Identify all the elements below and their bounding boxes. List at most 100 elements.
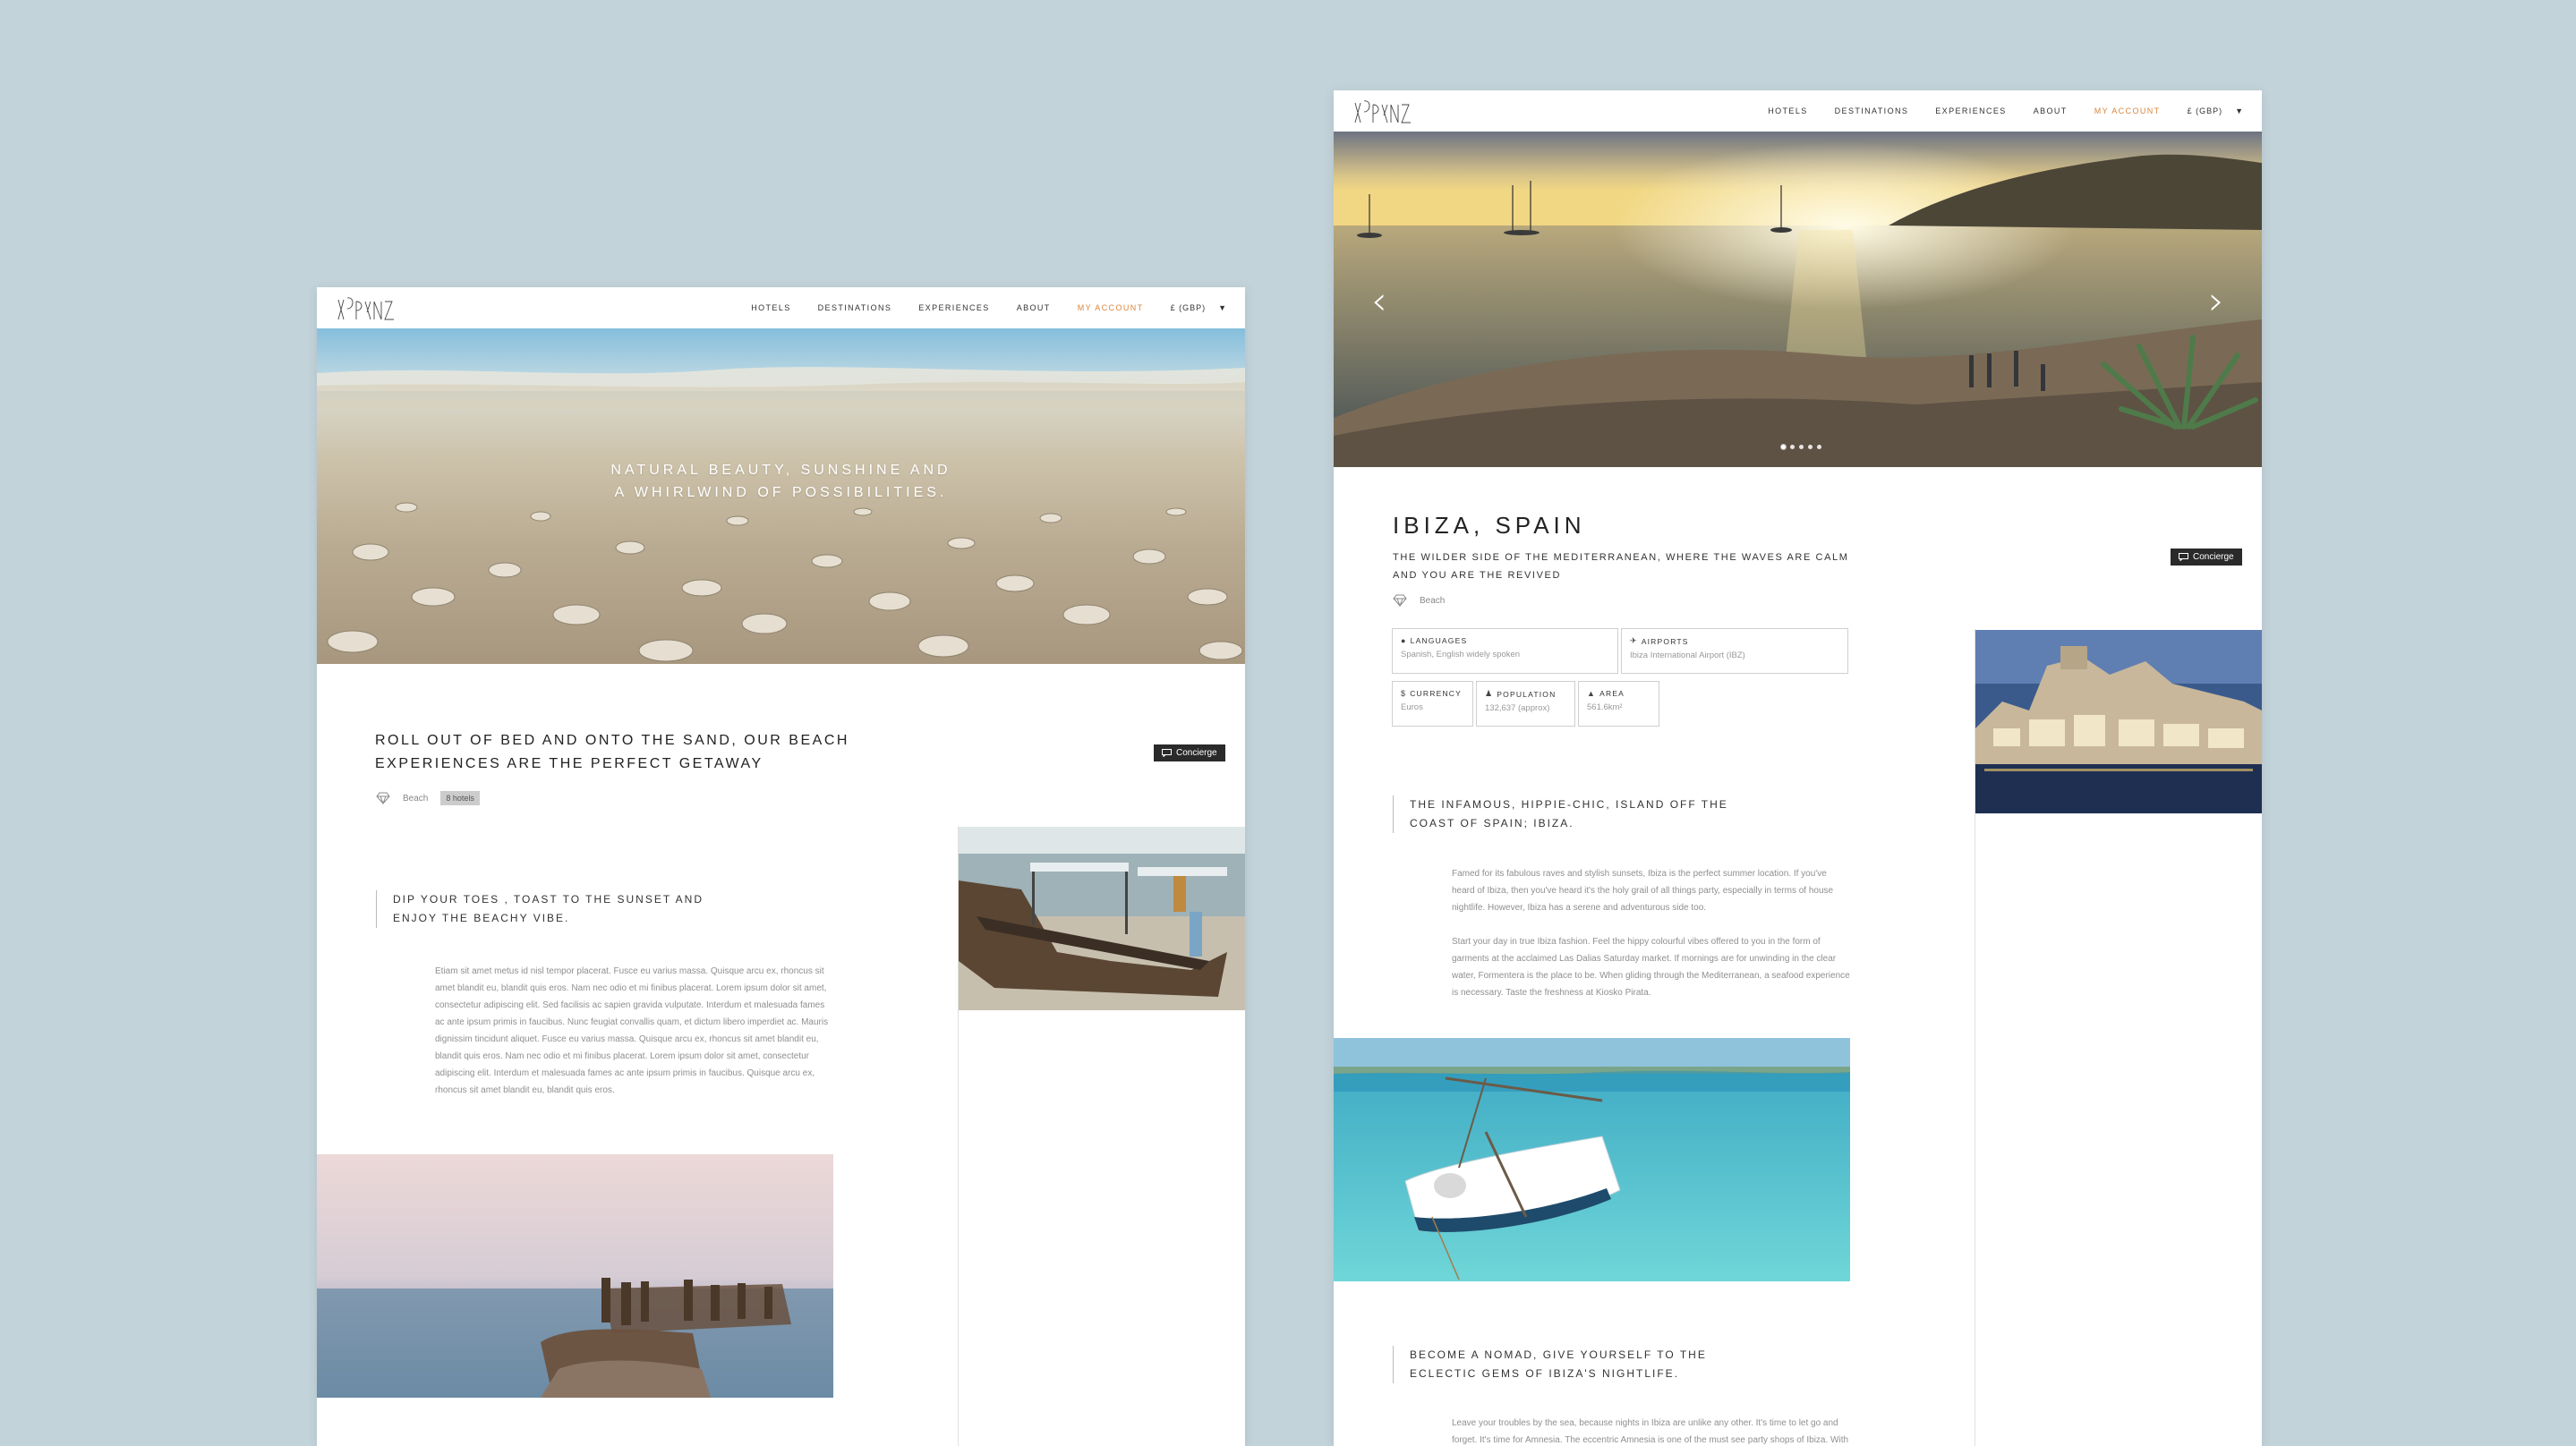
body-line: adipiscing elit. Interdum et malesuada f… <box>435 1068 815 1078</box>
population-label: POPULATION <box>1497 689 1557 699</box>
body-line: amet blandit eu, blandit quis eros. Nam … <box>435 983 827 993</box>
quote1-line2: COAST OF SPAIN; IBIZA. <box>1410 817 1574 829</box>
languages-value: Spanish, English widely spoken <box>1401 650 1521 659</box>
nav-experiences[interactable]: EXPERIENCES <box>918 303 989 312</box>
population-value: 132,637 (approx) <box>1485 703 1550 713</box>
wooden-pier-sunset-image <box>317 1154 833 1398</box>
ibiza-sunset-beach-image <box>1334 132 2262 467</box>
beach-quote: DIP YOUR TOES , TOAST TO THE SUNSET AND … <box>376 890 704 928</box>
ibiza-town-photo <box>1975 630 2262 813</box>
globe-icon: ● <box>1401 636 1407 645</box>
slider-dot[interactable] <box>1781 445 1786 449</box>
hero-tagline-line1: NATURAL BEAUTY, SUNSHINE AND <box>610 463 951 478</box>
nav-hotels[interactable]: HOTELS <box>751 303 790 312</box>
boats-photo <box>959 827 1245 1010</box>
languages-label: LANGUAGES <box>1410 636 1468 645</box>
slider-dot[interactable] <box>1817 445 1821 449</box>
para2-line: water, Formentera is the place to be. Wh… <box>1452 971 1850 981</box>
slider-dot[interactable] <box>1799 445 1804 449</box>
para3-line: forget. It's time for Amnesia. The eccen… <box>1452 1435 1849 1445</box>
hero-tagline: NATURAL BEAUTY, SUNSHINE AND A WHIRLWIND… <box>317 459 1245 504</box>
info-airports: ✈ AIRPORTS Ibiza International Airport (I… <box>1621 628 1848 674</box>
brand-logo[interactable] <box>1352 96 1414 126</box>
beach-quote-line1: DIP YOUR TOES , TOAST TO THE SUNSET AND <box>393 893 704 906</box>
para1-line: nightlife. However, Ibiza has a serene a… <box>1452 903 1707 913</box>
nav-about[interactable]: ABOUT <box>1017 303 1051 312</box>
airports-label: AIRPORTS <box>1641 636 1689 646</box>
concierge-label: Concierge <box>1176 748 1217 758</box>
ibiza-paragraph-1: Famed for its fabulous raves and stylish… <box>1452 865 1872 916</box>
page-title-line2: EXPERIENCES ARE THE PERFECT GETAWAY <box>375 756 763 771</box>
airports-value: Ibiza International Airport (IBZ) <box>1630 651 1745 660</box>
currency-selector[interactable]: £ (GBP) ▼ <box>2188 106 2244 115</box>
tag-label: Beach <box>1420 595 1446 606</box>
area-label: AREA <box>1599 689 1625 698</box>
slider-prev-arrow[interactable]: ‹ <box>1371 282 1387 321</box>
slider-dots <box>1781 445 1821 449</box>
currency-selector[interactable]: £ (GBP) ▼ <box>1171 303 1227 312</box>
quote2-line2: ECLECTIC GEMS OF IBIZA'S NIGHTLIFE. <box>1410 1367 1679 1380</box>
page-title-line1: ROLL OUT OF BED AND ONTO THE SAND, OUR B… <box>375 733 849 748</box>
hero-slider[interactable]: ‹ › <box>1334 132 2262 467</box>
beach-body-text: Etiam sit amet metus id nisl tempor plac… <box>435 963 847 1099</box>
diamond-icon <box>1393 594 1407 607</box>
hero-tagline-line2: A WHIRLWIND OF POSSIBILITIES. <box>614 485 948 500</box>
nav-experiences[interactable]: EXPERIENCES <box>1935 106 2006 115</box>
currency-label: £ (GBP) <box>2187 106 2223 115</box>
concierge-button[interactable]: Concierge <box>1154 744 1225 761</box>
nav-hotels[interactable]: HOTELS <box>1768 106 1807 115</box>
para2-line: is necessary. Taste the freshness at Kio… <box>1452 988 1651 998</box>
info-languages: ● LANGUAGES Spanish, English widely spoke… <box>1392 628 1618 674</box>
longtail-boats-image <box>959 827 1245 1010</box>
para3-line: Leave your troubles by the sea, because … <box>1452 1418 1838 1428</box>
para2-line: garments at the acclaimed Las Dalias Sat… <box>1452 954 1837 964</box>
nav-my-account[interactable]: MY ACCOUNT <box>1078 303 1144 312</box>
caret-down-icon: ▼ <box>1218 303 1227 312</box>
ibiza-paragraph-2: Start your day in true Ibiza fashion. Fe… <box>1452 933 1872 1001</box>
ibiza-paragraph-3: Leave your troubles by the sea, because … <box>1452 1415 1881 1446</box>
chat-icon <box>1162 749 1172 757</box>
body-line: dignissim tincidunt aliquet. Fusce eu va… <box>435 1034 819 1044</box>
destination-subtitle: THE WILDER SIDE OF THE MEDITERRANEAN, WH… <box>1393 549 1849 584</box>
para1-line: heard of Ibiza, then you've heard it's t… <box>1452 886 1834 896</box>
nav-my-account[interactable]: MY ACCOUNT <box>2094 106 2161 115</box>
body-line: blandit quis eros. Nam nec odio et mi fi… <box>435 1051 809 1061</box>
nav-about[interactable]: ABOUT <box>2034 106 2068 115</box>
currency-value: Euros <box>1401 702 1423 712</box>
info-currency: $ CURRENCY Euros <box>1392 681 1473 727</box>
nav-destinations[interactable]: DESTINATIONS <box>818 303 892 312</box>
top-navigation: HOTELS DESTINATIONS EXPERIENCES ABOUT MY… <box>317 287 1245 328</box>
concierge-label: Concierge <box>2193 552 2234 562</box>
diamond-icon <box>376 792 390 804</box>
para2-line: Start your day in true Ibiza fashion. Fe… <box>1452 937 1821 947</box>
slider-dot[interactable] <box>1808 445 1813 449</box>
para1-line: Famed for its fabulous raves and stylish… <box>1452 869 1827 879</box>
subtitle-line2: AND YOU ARE THE REVIVED <box>1393 570 1561 581</box>
concierge-button[interactable]: Concierge <box>2171 549 2242 566</box>
body-line: rhoncus sit amet blandit eu, blandit qui… <box>435 1085 615 1095</box>
tag-label: Beach <box>403 793 429 804</box>
quote2-line1: BECOME A NOMAD, GIVE YOURSELF TO THE <box>1410 1348 1707 1361</box>
beach-experience-page: HOTELS DESTINATIONS EXPERIENCES ABOUT MY… <box>317 287 1245 1446</box>
info-population: ♟ POPULATION 132,637 (approx) <box>1476 681 1575 727</box>
caret-down-icon: ▼ <box>2235 106 2244 115</box>
ibiza-quote-1: THE INFAMOUS, HIPPIE-CHIC, ISLAND OFF TH… <box>1393 795 1728 833</box>
brand-logo[interactable] <box>335 293 397 323</box>
currency-info-label: CURRENCY <box>1410 689 1462 698</box>
hotels-count-badge[interactable]: 8 hotels <box>440 791 480 805</box>
slider-dot[interactable] <box>1790 445 1795 449</box>
subtitle-line1: THE WILDER SIDE OF THE MEDITERRANEAN, WH… <box>1393 552 1849 563</box>
plane-icon: ✈ <box>1630 636 1638 645</box>
ibiza-destination-page: HOTELS DESTINATIONS EXPERIENCES ABOUT MY… <box>1334 90 2262 1446</box>
person-icon: ♟ <box>1485 689 1494 698</box>
currency-icon: $ <box>1401 689 1407 698</box>
body-line: ac ante ipsum primis in faucibus. Nunc f… <box>435 1017 829 1027</box>
chat-icon <box>2179 553 2188 561</box>
fishing-boat-turquoise-water-image <box>1334 1038 1850 1281</box>
nav-destinations[interactable]: DESTINATIONS <box>1835 106 1909 115</box>
destination-meta: Beach <box>1393 594 1445 607</box>
slider-next-arrow[interactable]: › <box>2208 282 2224 321</box>
experience-meta: Beach 8 hotels <box>376 791 480 805</box>
body-line: consectetur adipiscing elit. Sed facilis… <box>435 1000 825 1010</box>
currency-label: £ (GBP) <box>1170 303 1207 312</box>
